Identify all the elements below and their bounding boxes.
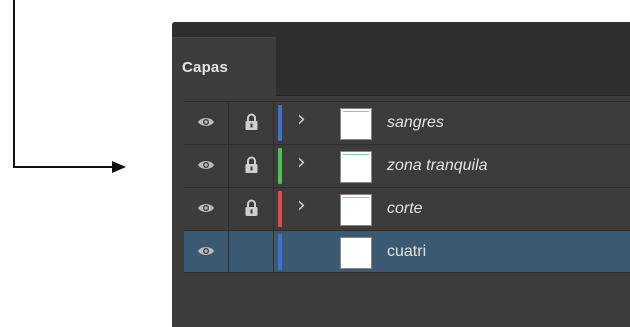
layer-color-indicator [278,234,282,270]
lock-icon [245,199,258,216]
layer-name[interactable]: cuatri [387,243,426,261]
lock-icon [245,113,258,130]
chevron-right-icon[interactable]: › [297,107,306,132]
layer-color-indicator [278,191,282,227]
tab-capas[interactable]: Capas [172,37,276,96]
layer-thumbnail [340,151,372,183]
callout-arrow-line [13,0,15,168]
chevron-right-icon[interactable]: › [297,193,306,218]
lock-toggle[interactable] [229,102,274,144]
eye-icon [198,204,214,212]
eye-icon [198,247,214,255]
tab-label: Capas [182,59,229,76]
lock-toggle[interactable] [229,231,274,273]
panel-tab-bar: Capas [172,22,630,96]
layer-row[interactable]: › zona tranquila [184,144,630,187]
layer-thumbnail [340,237,372,269]
lock-icon [245,156,258,173]
eye-icon [198,161,214,169]
layer-thumbnail [340,194,372,226]
callout-arrow-line [13,166,113,168]
visibility-toggle[interactable] [184,102,229,144]
lock-toggle[interactable] [229,145,274,187]
layer-thumbnail [340,108,372,140]
chevron-right-icon[interactable]: › [297,150,306,175]
layer-row[interactable]: cuatri [184,230,630,273]
layer-name[interactable]: sangres [387,114,444,132]
visibility-toggle[interactable] [184,231,229,273]
layer-color-indicator [278,148,282,184]
visibility-toggle[interactable] [184,188,229,230]
layer-name[interactable]: corte [387,200,423,218]
layers-list: › sangres › zona tranquila › corte cuatri [184,101,630,273]
visibility-toggle[interactable] [184,145,229,187]
screenshot-canvas: Capas › sangres › zona tranquila › corte cuatr… [0,0,630,327]
layer-row[interactable]: › corte [184,187,630,230]
layer-row[interactable]: › sangres [184,101,630,144]
lock-toggle[interactable] [229,188,274,230]
eye-icon [198,118,214,126]
layers-panel: Capas › sangres › zona tranquila › corte cuatr… [172,22,630,327]
callout-arrow-head [112,161,126,173]
layer-color-indicator [278,105,282,141]
layer-name[interactable]: zona tranquila [387,157,488,175]
